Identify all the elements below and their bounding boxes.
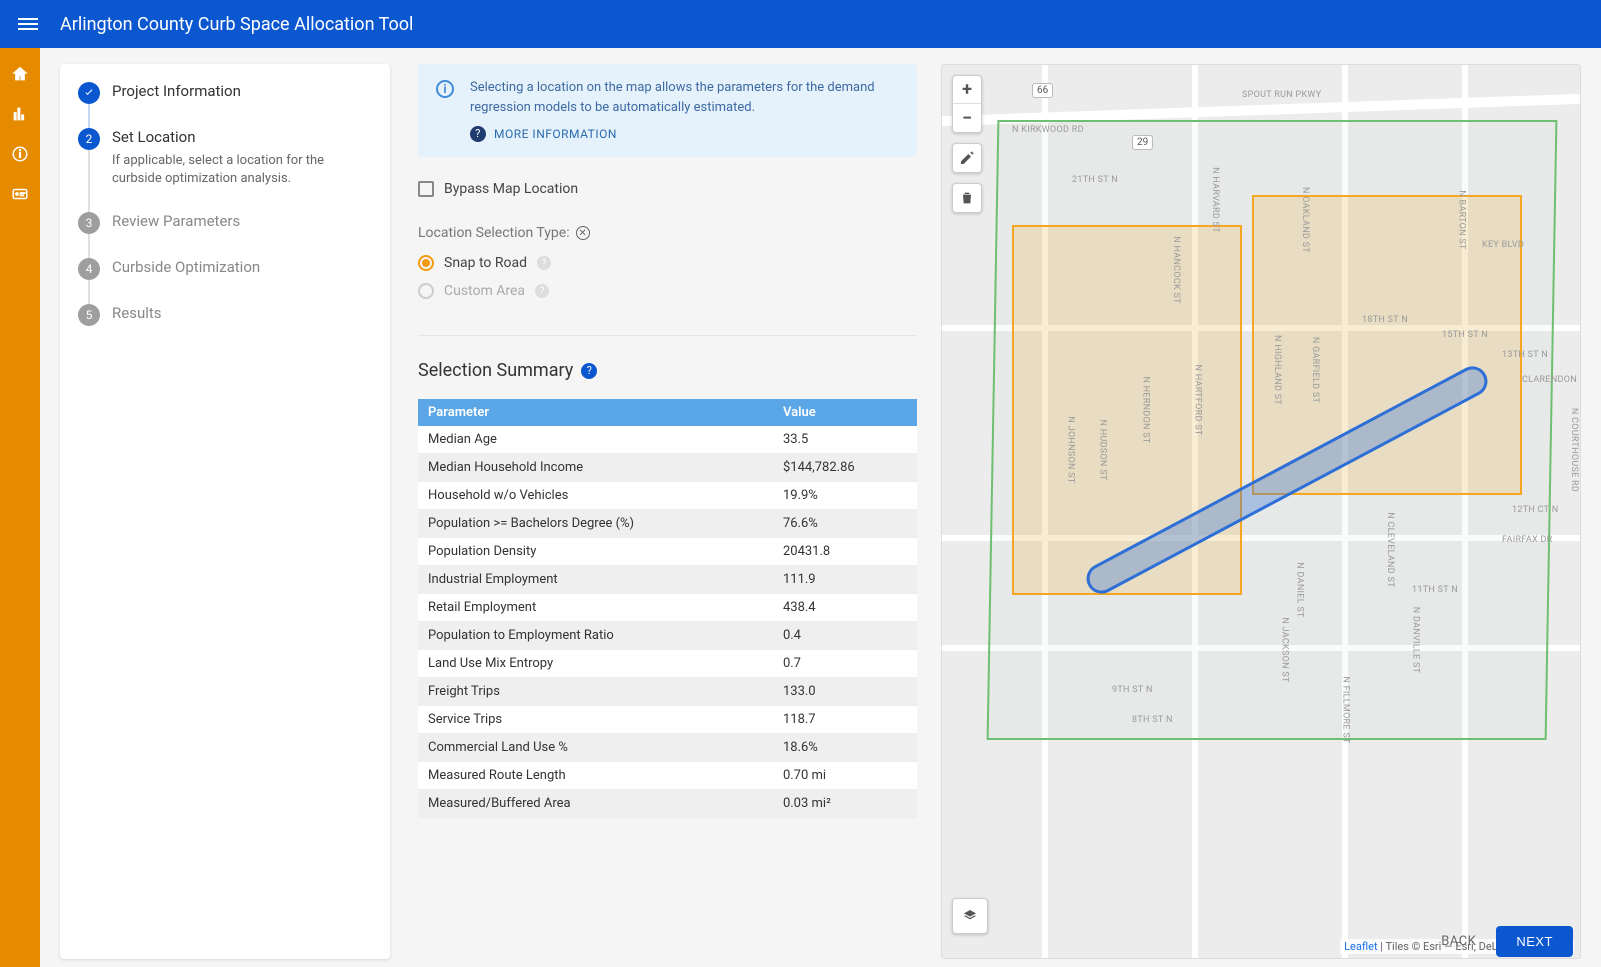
table-row: Population >= Bachelors Degree (%)76.6% (418, 510, 917, 538)
cell-value: 118.7 (773, 706, 917, 734)
col-parameter: Parameter (418, 399, 773, 426)
step-review-parameters[interactable]: 3 Review Parameters (78, 212, 372, 258)
cell-value: 19.9% (773, 482, 917, 510)
table-row: Industrial Employment111.9 (418, 566, 917, 594)
step-results[interactable]: 5 Results (78, 304, 372, 326)
hamburger-icon[interactable] (16, 12, 40, 36)
table-row: Median Age33.5 (418, 426, 917, 454)
chart-icon[interactable] (10, 104, 30, 124)
table-row: Land Use Mix Entropy0.7 (418, 650, 917, 678)
info-circle-icon: i (436, 80, 454, 98)
top-bar: Arlington County Curb Space Allocation T… (0, 0, 1601, 48)
info-icon[interactable] (10, 144, 30, 164)
cell-value: 0.7 (773, 650, 917, 678)
cell-param: Population to Employment Ratio (418, 622, 773, 650)
cell-value: 18.6% (773, 734, 917, 762)
table-row: Population Density20431.8 (418, 538, 917, 566)
cell-param: Median Age (418, 426, 773, 454)
cell-param: Median Household Income (418, 454, 773, 482)
table-row: Median Household Income$144,782.86 (418, 454, 917, 482)
question-icon: ? (470, 126, 486, 142)
cell-value: 438.4 (773, 594, 917, 622)
table-row: Service Trips118.7 (418, 706, 917, 734)
stepper-card: Project Information 2 Set Location If ap… (60, 64, 390, 959)
checkbox-icon (418, 181, 434, 197)
cell-value: $144,782.86 (773, 454, 917, 482)
cell-param: Population Density (418, 538, 773, 566)
radio-icon (418, 283, 434, 299)
leaflet-link[interactable]: Leaflet (1344, 940, 1377, 953)
info-box: i Selecting a location on the map allows… (418, 64, 917, 157)
cell-param: Measured Route Length (418, 762, 773, 790)
step-project-information[interactable]: Project Information (78, 82, 372, 128)
table-row: Commercial Land Use %18.6% (418, 734, 917, 762)
zoom-in-button[interactable]: + (953, 76, 981, 104)
divider (418, 335, 917, 336)
location-type-label: Location Selection Type: ✕ (418, 225, 917, 241)
col-value: Value (773, 399, 917, 426)
cell-param: Household w/o Vehicles (418, 482, 773, 510)
step-number: 4 (78, 258, 100, 280)
cell-param: Land Use Mix Entropy (418, 650, 773, 678)
route-badge: 66 (1032, 83, 1053, 98)
cell-param: Measured/Buffered Area (418, 790, 773, 818)
help-icon: ? (535, 284, 549, 298)
cell-value: 20431.8 (773, 538, 917, 566)
cell-value: 0.03 mi² (773, 790, 917, 818)
radio-custom-area: Custom Area ? (418, 283, 917, 299)
layers-button[interactable] (952, 898, 988, 934)
info-text: Selecting a location on the map allows t… (470, 78, 899, 117)
cell-value: 33.5 (773, 426, 917, 454)
back-button[interactable]: BACK (1433, 928, 1484, 955)
cell-value: 0.70 mi (773, 762, 917, 790)
clear-icon[interactable]: ✕ (576, 226, 590, 240)
table-row: Population to Employment Ratio0.4 (418, 622, 917, 650)
selection-summary-title: Selection Summary ? (418, 360, 917, 381)
route-badge: 29 (1132, 135, 1153, 150)
check-icon (78, 82, 100, 104)
step-number: 2 (78, 128, 100, 150)
table-row: Measured/Buffered Area0.03 mi² (418, 790, 917, 818)
table-row: Freight Trips133.0 (418, 678, 917, 706)
cell-param: Freight Trips (418, 678, 773, 706)
help-icon[interactable]: ? (537, 256, 551, 270)
radio-icon (418, 255, 434, 271)
question-icon[interactable]: ? (581, 363, 597, 379)
card-icon[interactable] (10, 184, 30, 204)
trash-button[interactable] (952, 183, 982, 213)
cell-value: 76.6% (773, 510, 917, 538)
side-nav (0, 48, 40, 967)
footer-buttons: BACK NEXT (1433, 926, 1573, 957)
summary-table: Parameter Value Median Age33.5Median Hou… (418, 399, 917, 818)
step-curbside-optimization[interactable]: 4 Curbside Optimization (78, 258, 372, 304)
step-number: 3 (78, 212, 100, 234)
table-row: Retail Employment438.4 (418, 594, 917, 622)
cell-value: 0.4 (773, 622, 917, 650)
home-icon[interactable] (10, 64, 30, 84)
main-column: i Selecting a location on the map allows… (410, 64, 921, 959)
orange-zone-1 (1012, 225, 1242, 595)
cell-value: 133.0 (773, 678, 917, 706)
radio-snap-to-road[interactable]: Snap to Road ? (418, 255, 917, 271)
more-information-link[interactable]: ? MORE INFORMATION (470, 125, 899, 143)
table-row: Measured Route Length0.70 mi (418, 762, 917, 790)
zoom-control: + − (952, 75, 982, 133)
draw-button[interactable] (952, 143, 982, 173)
app-title: Arlington County Curb Space Allocation T… (60, 14, 413, 35)
map-panel[interactable]: N KIRKWOOD RD 21TH ST N 18TH ST N 15TH S… (941, 64, 1581, 959)
cell-param: Industrial Employment (418, 566, 773, 594)
table-row: Household w/o Vehicles19.9% (418, 482, 917, 510)
next-button[interactable]: NEXT (1496, 926, 1573, 957)
cell-param: Retail Employment (418, 594, 773, 622)
step-number: 5 (78, 304, 100, 326)
bypass-map-checkbox[interactable]: Bypass Map Location (418, 181, 917, 197)
zoom-out-button[interactable]: − (953, 104, 981, 132)
cell-param: Population >= Bachelors Degree (%) (418, 510, 773, 538)
step-set-location[interactable]: 2 Set Location If applicable, select a l… (78, 128, 372, 212)
cell-param: Service Trips (418, 706, 773, 734)
cell-value: 111.9 (773, 566, 917, 594)
cell-param: Commercial Land Use % (418, 734, 773, 762)
